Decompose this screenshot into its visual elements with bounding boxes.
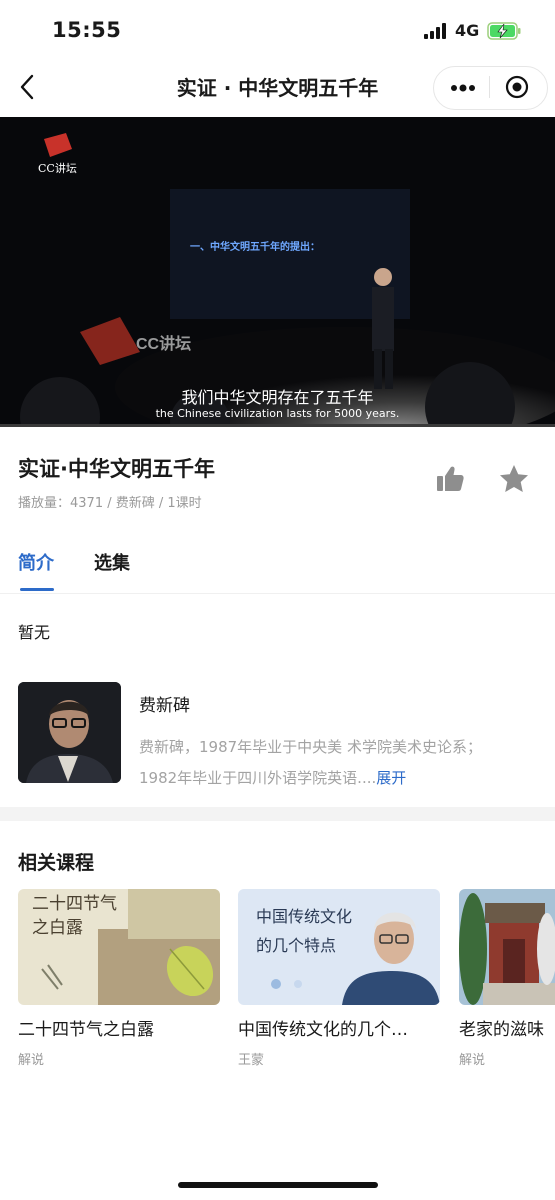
- thumb-text-line-1: 二十四节气: [32, 894, 117, 914]
- author-name: 费新碑: [139, 696, 190, 716]
- close-target-icon[interactable]: [505, 75, 529, 99]
- subtitle-chinese: 我们中华文明存在了五千年: [181, 388, 374, 407]
- home-indicator[interactable]: [178, 1182, 378, 1188]
- battery-charging-icon: [487, 22, 521, 40]
- thumb-text-line-2: 的几个特点: [256, 936, 337, 955]
- related-card-thumb-1[interactable]: 二十四节气 之白露: [18, 889, 220, 1005]
- author-bio: 费新碑，1987年毕业于中央美 术学院美术史论系； 1982年毕业于四川外语学院…: [139, 732, 539, 794]
- tab-episodes[interactable]: 选集: [94, 549, 130, 575]
- author-bio-text: 1982年毕业于四川外语学院英语....: [139, 769, 377, 787]
- network-type: 4G: [455, 21, 480, 40]
- active-tab-indicator: [20, 588, 54, 591]
- course-title: 实证·中华文明五千年: [18, 457, 215, 481]
- tab-intro[interactable]: 简介: [18, 549, 54, 575]
- hometown-thumbnail: [459, 889, 555, 1005]
- star-icon[interactable]: [498, 463, 530, 495]
- related-card-subtitle-3: 解说: [459, 1053, 486, 1068]
- author-bio-line-1: 费新碑，1987年毕业于中央美 术学院美术史论系；: [139, 738, 482, 756]
- video-progress-track[interactable]: [0, 424, 555, 427]
- related-card-subtitle-2: 王蒙: [238, 1053, 265, 1068]
- video-frame: CC讲坛: [0, 117, 555, 427]
- tab-divider: [0, 593, 555, 594]
- expand-link[interactable]: 展开: [376, 769, 406, 787]
- svg-text:CC讲坛: CC讲坛: [136, 334, 191, 353]
- subtitle-english: the Chinese civilization lasts for 5000 …: [155, 407, 400, 420]
- author-bio-line-2: 1982年毕业于四川外语学院英语....展开: [139, 763, 539, 794]
- status-time: 15:55: [52, 18, 122, 42]
- section-separator: [0, 807, 555, 821]
- course-meta: 播放量：4371 / 费新碑 / 1课时: [18, 496, 202, 511]
- author-portrait: [18, 682, 121, 783]
- related-card-title-3[interactable]: 老家的滋味: [459, 1015, 555, 1040]
- video-logo-text: CC讲坛: [38, 162, 77, 175]
- thumb-text-line-1: 中国传统文化: [256, 907, 353, 926]
- intro-text: 暂无: [18, 623, 51, 642]
- related-card-title-1[interactable]: 二十四节气之白露: [18, 1015, 220, 1040]
- thumbs-up-icon[interactable]: [435, 464, 465, 494]
- video-slide-text: 一、中华文明五千年的提出：: [190, 242, 320, 253]
- more-icon[interactable]: [449, 84, 477, 92]
- related-courses-heading: 相关课程: [18, 852, 95, 874]
- author-avatar[interactable]: [18, 682, 121, 783]
- video-player[interactable]: CC讲坛: [0, 117, 555, 427]
- capsule-divider: [489, 76, 490, 98]
- related-card-thumb-3[interactable]: [459, 889, 555, 1005]
- related-card-subtitle-1: 解说: [18, 1053, 45, 1068]
- related-card-thumb-2[interactable]: 中国传统文化 的几个特点: [238, 889, 440, 1005]
- related-card-title-2[interactable]: 中国传统文化的几个…: [238, 1015, 440, 1040]
- thumb-text-line-2: 之白露: [32, 918, 83, 938]
- signal-icon: [424, 23, 446, 39]
